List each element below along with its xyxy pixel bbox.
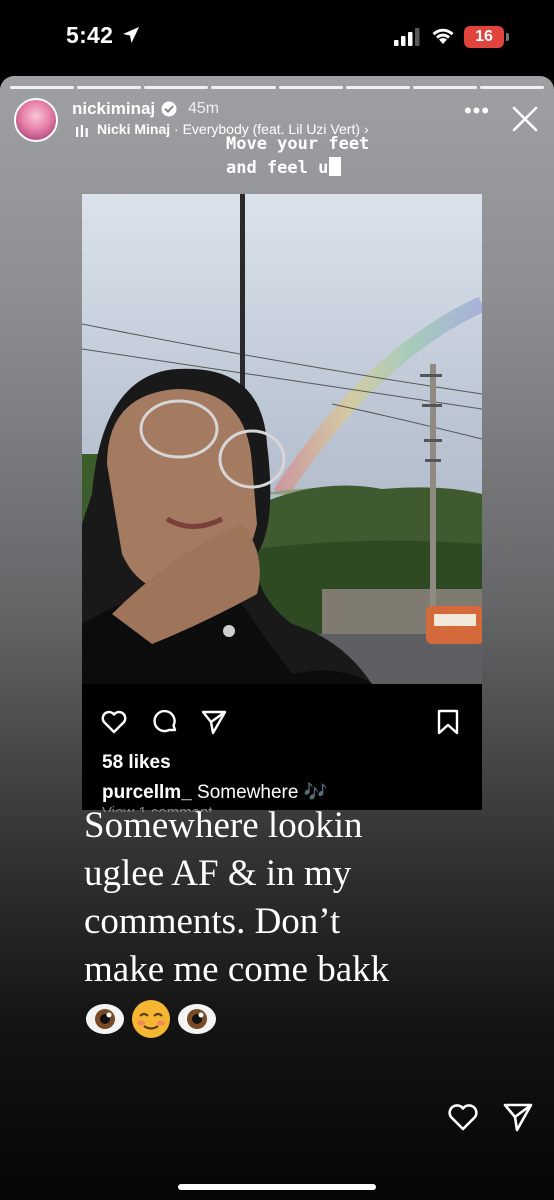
smiling-blush-emoji-icon: [132, 1000, 170, 1038]
story-text-line-3: comments. Don’t: [84, 901, 341, 942]
status-bar: 5:42 16: [0, 0, 554, 76]
story-card[interactable]: nickiminaj 45m Nicki Minaj · Everybody (…: [0, 76, 554, 1200]
story-progress-segment: [479, 86, 544, 89]
caption-text: Somewhere 🎶: [197, 782, 328, 803]
story-progress-segment: [412, 86, 477, 89]
share-icon[interactable]: [200, 708, 228, 736]
story-progress-segment: [278, 86, 343, 89]
heart-icon[interactable]: [100, 708, 128, 736]
story-progress-segment: [144, 86, 209, 89]
cellular-signal-icon: [394, 28, 420, 46]
story-username[interactable]: nickiminaj: [72, 99, 155, 119]
eyes-emoji-icon: [178, 1004, 216, 1034]
heart-icon[interactable]: [446, 1102, 480, 1132]
more-options-icon[interactable]: •••: [462, 100, 492, 133]
eyes-emoji-icon: [86, 1004, 124, 1034]
lyrics-sticker: Move your feet and feel u: [226, 132, 369, 180]
lyrics-line-1: Move your feet: [226, 134, 370, 154]
battery-nub: [506, 33, 509, 41]
avatar[interactable]: [14, 98, 58, 142]
music-separator: ·: [170, 121, 183, 137]
bookmark-icon[interactable]: [434, 708, 462, 736]
send-icon[interactable]: [502, 1102, 534, 1132]
story-progress-segment: [77, 86, 142, 89]
wifi-icon: [432, 28, 454, 44]
post-likes[interactable]: 58 likes: [102, 752, 171, 774]
music-bars-icon: [76, 125, 88, 137]
comment-icon[interactable]: [151, 708, 179, 736]
story-progress-bar: [10, 86, 544, 89]
home-indicator[interactable]: [178, 1184, 376, 1190]
story-progress-segment: [10, 86, 75, 89]
caption-username[interactable]: purcellm_: [102, 782, 192, 803]
location-arrow-icon: [123, 27, 139, 43]
story-text-overlay: Somewhere lookin uglee AF & in my commen…: [84, 802, 504, 994]
lyrics-cursor: [329, 157, 342, 176]
post-caption: purcellm_ Somewhere 🎶: [102, 780, 327, 804]
music-artist: Nicki Minaj: [97, 121, 171, 137]
post-actions-bar: 58 likes purcellm_ Somewhere 🎶 View 1 co…: [82, 684, 482, 812]
story-text-line-2: uglee AF & in my: [84, 853, 352, 894]
status-time: 5:42: [66, 22, 114, 48]
battery-level: 16: [475, 28, 493, 45]
lyrics-line-2: and feel u: [226, 158, 329, 178]
story-text-line-1: Somewhere lookin: [84, 805, 363, 846]
story-text-line-4: make me come bakk: [84, 949, 390, 990]
story-progress-segment: [211, 86, 276, 89]
story-progress-segment: [345, 86, 410, 89]
verified-badge-icon: [161, 101, 177, 117]
post-photo[interactable]: [82, 194, 482, 684]
battery-indicator: 16: [464, 26, 504, 48]
close-icon[interactable]: [510, 104, 540, 134]
emoji-row: [84, 998, 218, 1048]
story-time-ago: 45m: [188, 100, 220, 117]
